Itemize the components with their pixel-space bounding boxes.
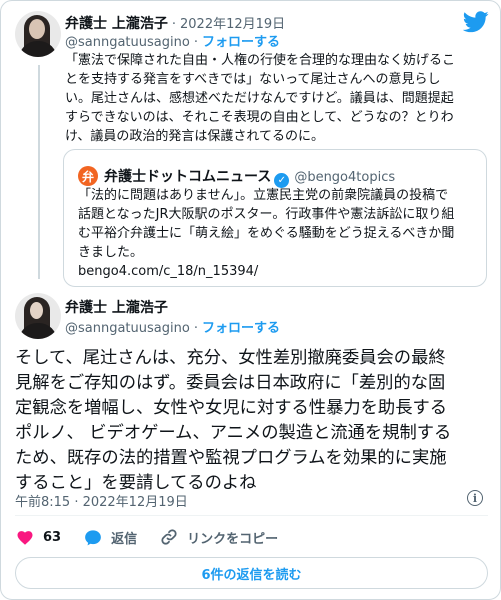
quote-text: 「法的に問題はありません」。立憲民主党の前衆院議員の投稿で 話題となったJR大阪…	[78, 186, 483, 281]
tweet-text-line: け、議員の政治的発言は保護されてるのに。	[65, 129, 324, 144]
follow-button[interactable]: フォローする	[202, 31, 280, 50]
tweet-text-line: すらできないのは、それこそ表現の自由として、どうなの？とりわ	[65, 110, 454, 125]
avatar[interactable]	[15, 293, 61, 339]
reply-button[interactable]: 返信	[83, 527, 137, 547]
quote-text-line: きました。	[78, 245, 144, 260]
embedded-tweet-card: 弁護士 上瀧浩子 · 2022年12月19日 @sanngatuusagino …	[0, 0, 501, 600]
thread-connector-line	[38, 65, 40, 279]
quote-avatar: 弁	[78, 166, 98, 186]
heart-icon	[15, 527, 35, 547]
tweet-text-line: とを支持する発言をすべきでは」ないって尾辻さんへの意見らし	[65, 72, 441, 87]
tweet2-subheader: @sanngatuusagino · フォローする	[65, 317, 280, 336]
tweet-text-line: 定観念を増幅し、女性や女児に対する性暴力を助長する	[15, 398, 448, 418]
author-name[interactable]: 弁護士 上瀧浩子	[65, 13, 168, 33]
quoted-tweet-card[interactable]: 弁 弁護士ドットコムニュース ✓ @bengo4topics 「法的に問題はあり…	[63, 149, 487, 287]
divider	[15, 515, 488, 516]
quote-text-line: 話題となったJR大阪駅のポスター。行政事件や憲法訴訟に取り組	[78, 207, 455, 222]
author-handle[interactable]: @sanngatuusagino	[65, 35, 190, 50]
reply-label: 返信	[111, 531, 138, 547]
tweet2-text: そして、尾辻さんは、充分、女性差別撤廃委員会の最終 見解をご存知のはず。委員会は…	[15, 346, 490, 496]
like-count: 63	[43, 529, 62, 545]
link-icon	[159, 527, 179, 547]
quote-text-line: 「法的に問題はありません」。立憲民主党の前衆院議員の投稿で	[78, 188, 449, 203]
quote-author-name: 弁護士ドットコムニュース	[104, 169, 272, 185]
tweet-text-line: 見解をご存知のはず。委員会は日本政府に「差別的な固	[15, 373, 446, 393]
twitter-bird-icon[interactable]	[463, 11, 489, 33]
author-handle[interactable]: @sanngatuusagino	[65, 321, 190, 336]
separator-dot: ·	[193, 321, 198, 336]
tweet-text-line: 「憲法で保障された自由・人権の行使を合理的な理由なく妨げるこ	[65, 53, 456, 68]
quote-link[interactable]: bengo4.com/c_18/n_15394/	[78, 262, 483, 281]
follow-button[interactable]: フォローする	[202, 317, 280, 336]
avatar[interactable]	[15, 11, 61, 57]
action-bar: 63 返信 リンクをコピー	[15, 525, 485, 549]
copy-link-label: リンクをコピー	[187, 531, 279, 547]
copy-link-button[interactable]: リンクをコピー	[159, 527, 278, 547]
reply-bubble-icon	[83, 527, 103, 547]
separator-dot: ·	[171, 17, 177, 32]
tweet-text-line: い。尾辻さんは、感想述べただけなんですけど。議員は、問題提起	[65, 91, 454, 106]
tweet-date[interactable]: 2022年12月19日	[180, 13, 285, 32]
tweet1-header: 弁護士 上瀧浩子 · 2022年12月19日	[65, 13, 285, 33]
tweet-timestamp[interactable]: 午前8:15 · 2022年12月19日	[15, 491, 188, 510]
tweet-timestamp-row: 午前8:15 · 2022年12月19日	[15, 491, 188, 510]
author-name[interactable]: 弁護士 上瀧浩子	[65, 297, 168, 317]
tweet-text-line: そして、尾辻さんは、充分、女性差別撤廃委員会の最終	[15, 348, 446, 368]
tweet-text-line: ため、既存の法的措置や監視プログラムを効果的に実施	[15, 448, 447, 468]
quote-text-line: む平裕介弁護士に「萌え絵」をめぐる騒動をどう捉えるべきか聞	[78, 226, 455, 241]
read-replies-button[interactable]: 6件の返信を読む	[15, 557, 488, 589]
info-icon[interactable]: i	[467, 490, 483, 506]
like-button[interactable]: 63	[15, 527, 61, 547]
tweet1-subheader: @sanngatuusagino · フォローする	[65, 31, 280, 50]
tweet-text-line: ポルノ、 ビデオゲーム、アニメの製造と流通を規制する	[15, 423, 452, 443]
tweet2-header: 弁護士 上瀧浩子	[65, 297, 168, 317]
tweet1-text: 「憲法で保障された自由・人権の行使を合理的な理由なく妨げるこ とを支持する発言を…	[65, 51, 495, 146]
quote-author-handle: @bengo4topics	[294, 170, 396, 185]
separator-dot: ·	[193, 35, 198, 50]
quote-header: 弁護士ドットコムニュース ✓ @bengo4topics	[104, 166, 396, 188]
